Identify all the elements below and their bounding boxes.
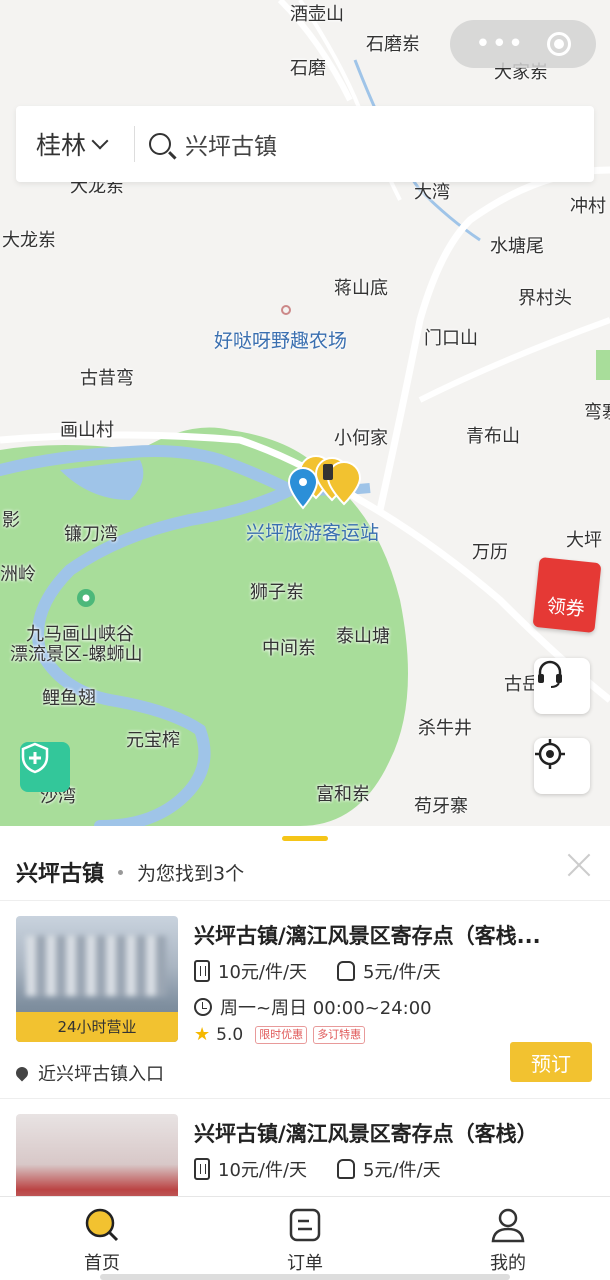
customer-service-button[interactable] xyxy=(534,658,590,714)
results-title: 兴坪古镇 xyxy=(16,862,105,887)
map-label: 弯寨 xyxy=(584,402,610,423)
sheet-drag-handle[interactable] xyxy=(282,836,328,841)
storage-card[interactable]: 24小时营业 兴坪古镇/漓江风景区寄存点（客栈... 10元/件/天 5元/件/… xyxy=(0,916,610,1096)
bag-price: 5元/件/天 xyxy=(363,1160,441,1181)
book-label: 预订 xyxy=(531,1051,571,1076)
miniprogram-capsule: ••• xyxy=(450,20,596,68)
location-row: 近兴坪古镇入口 xyxy=(13,1060,164,1086)
map-label: 水塘尾 xyxy=(490,236,544,257)
map-label: 中间岽 xyxy=(262,638,316,659)
close-icon[interactable] xyxy=(566,852,592,878)
bag-icon xyxy=(337,961,356,981)
promo-tag: 多订特惠 xyxy=(313,1025,366,1044)
headset-icon xyxy=(538,660,562,688)
locate-icon xyxy=(535,739,565,769)
map-label: 元宝榨 xyxy=(126,730,180,751)
storage-photo xyxy=(16,1114,178,1196)
search-icon xyxy=(149,133,171,155)
map-label: 石磨 xyxy=(290,58,326,79)
hours-badge: 24小时营业 xyxy=(16,1012,178,1042)
chevron-down-icon xyxy=(91,132,109,150)
tab-label: 首页 xyxy=(84,1253,120,1274)
map-label: 大龙岽 xyxy=(2,230,56,251)
map-label: 鲤鱼翅 xyxy=(42,688,96,709)
opening-hours: 周一~周日 00:00~24:00 xyxy=(220,998,432,1019)
map-label: 镰刀湾 xyxy=(64,524,118,545)
location-pin-icon xyxy=(13,1064,31,1082)
bottom-tab-bar: 首页 订单 我的 xyxy=(0,1196,610,1280)
star-icon: ★ xyxy=(194,1024,211,1045)
storage-name: 兴坪古镇/漓江风景区寄存点（客栈... xyxy=(194,924,541,948)
separator-dot xyxy=(118,869,124,875)
map-label: 石磨岽 xyxy=(366,34,420,55)
map-label: 洲岭 xyxy=(0,564,36,585)
map-label: 画山村 xyxy=(60,420,114,441)
map-label: 泰山塘 xyxy=(336,626,390,647)
luggage-icon xyxy=(194,960,210,982)
tab-home[interactable]: 首页 xyxy=(42,1207,162,1275)
map-label: 杀牛井 xyxy=(418,718,472,739)
hours-row: 周一~周日 00:00~24:00 xyxy=(194,994,432,1020)
book-button[interactable]: 预订 xyxy=(510,1042,592,1082)
map-label: 狮子岽 xyxy=(250,582,304,603)
safety-button[interactable] xyxy=(20,742,70,792)
storage-card[interactable]: 兴坪古镇/漓江风景区寄存点（客栈） 10元/件/天 5元/件/天 xyxy=(0,1114,610,1196)
search-input[interactable]: 兴坪古镇 xyxy=(185,127,277,161)
map-label: 影 xyxy=(2,510,20,531)
locate-button[interactable] xyxy=(534,738,590,794)
shield-icon xyxy=(21,742,49,774)
results-header: 兴坪古镇 为您找到3个 xyxy=(16,856,244,888)
close-miniprogram-icon[interactable] xyxy=(546,32,571,56)
more-icon[interactable]: ••• xyxy=(475,31,524,57)
map-label: 门口山 xyxy=(424,328,478,349)
promo-tag: 限时优惠 xyxy=(255,1025,308,1044)
map-label: 冲村 xyxy=(570,196,606,217)
order-icon xyxy=(289,1208,321,1242)
map-label: 万历 xyxy=(472,542,508,563)
map-poi-label[interactable]: 兴坪旅游客运站 xyxy=(246,518,379,545)
map-label: 富和岽 xyxy=(316,784,370,805)
rating-row: ★ 5.0 限时优惠 多订特惠 xyxy=(194,1024,371,1045)
divider xyxy=(134,126,135,162)
clock-icon xyxy=(194,998,212,1016)
map-label: 大坪 xyxy=(566,530,602,551)
results-sheet: 兴坪古镇 为您找到3个 24小时营业 兴坪古镇/漓江风景区寄存点（客栈... 1… xyxy=(0,826,610,1196)
storage-name: 兴坪古镇/漓江风景区寄存点（客栈） xyxy=(194,1122,538,1146)
luggage-price: 10元/件/天 xyxy=(218,1160,308,1181)
home-indicator xyxy=(100,1274,510,1280)
results-count: 为您找到3个 xyxy=(137,862,245,885)
coupon-button[interactable]: 领券 xyxy=(532,556,602,634)
map-label: 蒋山底 xyxy=(334,278,388,299)
user-icon xyxy=(491,1208,525,1243)
location-text: 近兴坪古镇入口 xyxy=(38,1064,164,1085)
bag-price: 5元/件/天 xyxy=(363,962,441,983)
search-bar: 桂林 兴坪古镇 xyxy=(16,106,594,182)
rating-value: 5.0 xyxy=(216,1024,244,1045)
storage-photo: 24小时营业 xyxy=(16,916,178,1042)
tab-mine[interactable]: 我的 xyxy=(448,1207,568,1275)
tab-label: 我的 xyxy=(490,1253,526,1274)
map-label: 漂流景区-螺蛳山 xyxy=(10,644,143,665)
bag-icon xyxy=(337,1159,356,1179)
divider xyxy=(0,1098,610,1099)
coupon-label: 领券 xyxy=(545,595,586,621)
luggage-icon xyxy=(194,1158,210,1180)
city-label: 桂林 xyxy=(36,131,87,160)
tab-orders[interactable]: 订单 xyxy=(245,1207,365,1275)
map-label: 小何家 xyxy=(334,428,388,449)
tab-label: 订单 xyxy=(287,1253,323,1274)
search-home-icon xyxy=(85,1208,119,1242)
price-row: 10元/件/天 5元/件/天 xyxy=(194,958,441,984)
map-label: 界村头 xyxy=(518,288,572,309)
price-row: 10元/件/天 5元/件/天 xyxy=(194,1156,441,1182)
map-label: 酒壶山 xyxy=(290,4,344,25)
luggage-price: 10元/件/天 xyxy=(218,962,308,983)
city-selector[interactable]: 桂林 xyxy=(16,126,134,162)
map-label: 青布山 xyxy=(466,426,520,447)
map-label: 古昔弯 xyxy=(80,368,134,389)
map-poi-label[interactable]: 好哒呀野趣农场 xyxy=(214,326,347,353)
map-label: 苟牙寨 xyxy=(414,796,468,817)
divider xyxy=(0,900,610,901)
map-view[interactable]: 酒壶山 石磨岽 石磨 大家岽 大龙岽 大龙岽 大湾 冲村 水塘尾 蒋山底 界村头… xyxy=(0,0,610,826)
